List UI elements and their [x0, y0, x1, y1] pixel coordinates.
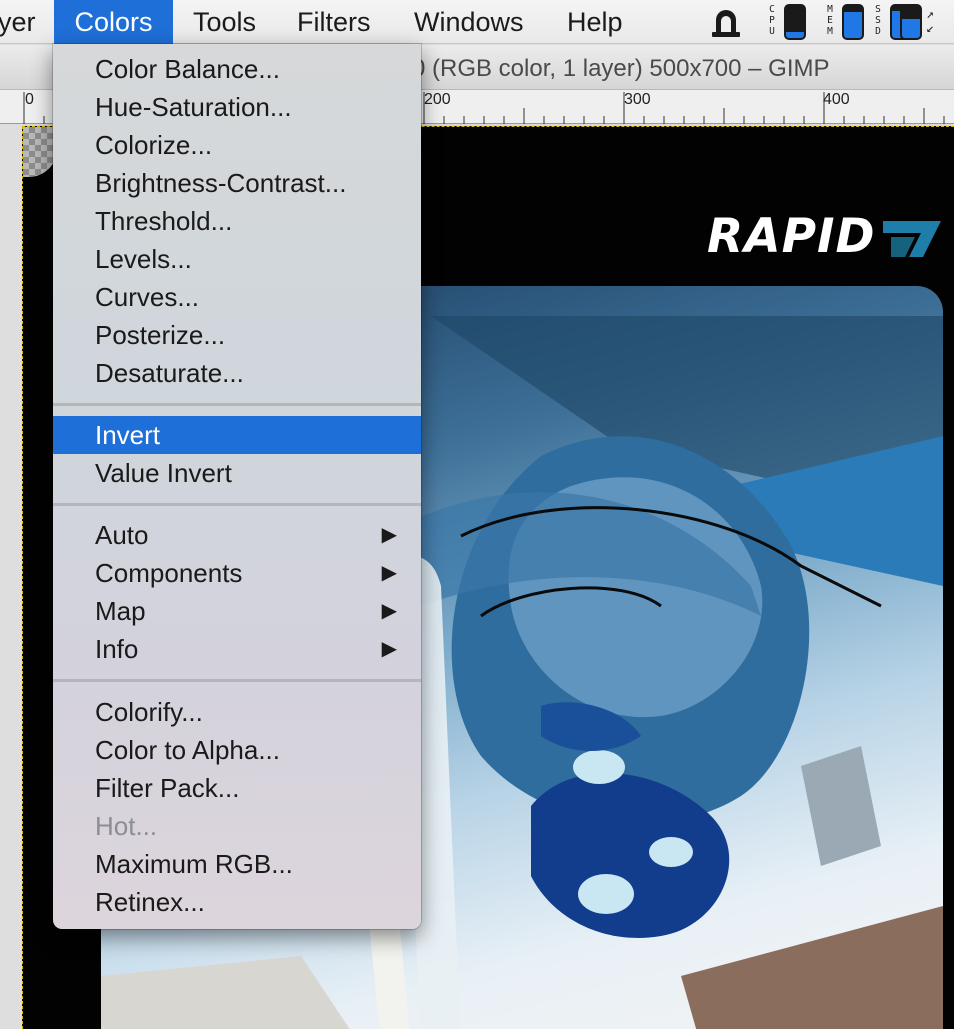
- ruler-label: 200: [424, 91, 451, 108]
- menu-item-maximum-rgb[interactable]: Maximum RGB...: [53, 845, 421, 883]
- menu-item-auto[interactable]: Auto ▶: [53, 516, 421, 554]
- logo-text: RAPID: [707, 209, 876, 264]
- menu-item-threshold[interactable]: Threshold...: [53, 202, 421, 240]
- submenu-arrow-icon: ▶: [381, 524, 397, 546]
- menu-item-value-invert[interactable]: Value Invert: [53, 454, 421, 492]
- submenu-arrow-icon: ▶: [381, 600, 397, 622]
- net-fill: [902, 18, 920, 38]
- menu-item-invert[interactable]: Invert: [53, 416, 421, 454]
- mem-fill: [844, 12, 862, 38]
- menu-item-curves[interactable]: Curves...: [53, 278, 421, 316]
- menu-item-hot: Hot...: [95, 811, 158, 841]
- menu-item-map[interactable]: Map ▶: [53, 592, 421, 630]
- menu-item-brightness-contrast[interactable]: Brightness-Contrast...: [53, 164, 421, 202]
- transparency-checker: [23, 127, 57, 177]
- rapid7-mark-icon: [883, 221, 941, 257]
- menu-item-components[interactable]: Components ▶: [53, 554, 421, 592]
- menu-filters[interactable]: Filters: [297, 0, 371, 44]
- menu-separator: [53, 403, 421, 406]
- menu-layer[interactable]: yer: [0, 0, 36, 44]
- menu-separator: [53, 503, 421, 506]
- menu-item-desaturate[interactable]: Desaturate...: [53, 354, 421, 392]
- menu-item-info[interactable]: Info ▶: [53, 630, 421, 668]
- ruler-label: 300: [624, 91, 651, 108]
- ruler-label: 0: [25, 91, 34, 108]
- menu-item-color-balance[interactable]: Color Balance...: [53, 50, 421, 88]
- menu-item-posterize[interactable]: Posterize...: [53, 316, 421, 354]
- window-title: 0 (RGB color, 1 layer) 500x700 – GIMP: [412, 55, 830, 82]
- colors-menu: Color Balance... Hue-Saturation... Color…: [53, 44, 421, 929]
- menu-item-levels[interactable]: Levels...: [53, 240, 421, 278]
- cpu-fill: [786, 31, 804, 38]
- menu-item-colorify[interactable]: Colorify...: [53, 693, 421, 731]
- system-status-icons: C P U M E M S S D ↗ ↙: [706, 0, 954, 44]
- hat-icon[interactable]: [708, 4, 744, 40]
- canvas-gutter: [0, 124, 22, 1029]
- menu-windows[interactable]: Windows: [414, 0, 524, 44]
- menu-separator: [53, 679, 421, 682]
- menu-item-retinex[interactable]: Retinex...: [53, 883, 421, 921]
- menu-item-filter-pack[interactable]: Filter Pack...: [53, 769, 421, 807]
- menu-item-colorize[interactable]: Colorize...: [53, 126, 421, 164]
- submenu-arrow-icon: ▶: [381, 638, 397, 660]
- menu-item-hue-saturation[interactable]: Hue-Saturation...: [53, 88, 421, 126]
- menu-item-color-to-alpha[interactable]: Color to Alpha...: [53, 731, 421, 769]
- menu-colors[interactable]: Colors: [54, 0, 173, 44]
- net-meter[interactable]: ↗ ↙: [900, 4, 950, 40]
- ruler-label: 400: [823, 91, 850, 108]
- menu-tools[interactable]: Tools: [193, 0, 256, 44]
- submenu-arrow-icon: ▶: [381, 562, 397, 584]
- menu-bar: yer Colors Tools Filters Windows Help C …: [0, 0, 954, 44]
- menu-help[interactable]: Help: [567, 0, 623, 44]
